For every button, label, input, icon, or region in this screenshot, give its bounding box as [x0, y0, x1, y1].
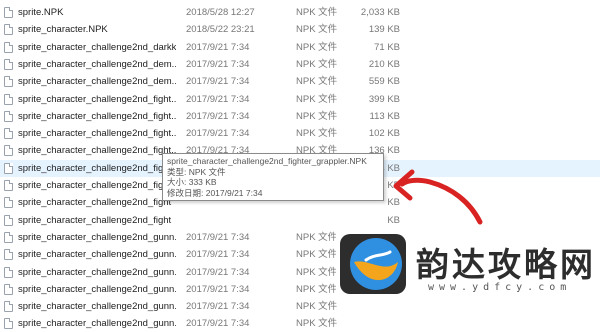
- file-name: sprite_character_challenge2nd_gunn...: [18, 266, 176, 278]
- file-date: 2017/9/21 7:34: [186, 93, 250, 105]
- file-icon: [4, 128, 13, 140]
- file-icon: [4, 283, 13, 295]
- file-name: sprite_character.NPK: [18, 24, 108, 36]
- file-date: 2018/5/22 23:21: [186, 24, 255, 36]
- file-name: sprite_character_challenge2nd_gunn...: [18, 231, 176, 243]
- file-size: 139 KB: [368, 24, 400, 36]
- watermark: 韵达攻略网 www.ydfcy.com: [336, 228, 600, 300]
- file-row[interactable]: sprite_character_challenge2nd_gunn... 201…: [0, 298, 600, 315]
- file-icon: [4, 24, 13, 36]
- file-row[interactable]: sprite_character_challenge2nd_darkk... 20…: [0, 39, 600, 56]
- file-name: sprite_character_challenge2nd_fight...: [18, 110, 176, 122]
- file-name: sprite_character_challenge2nd_fight: [18, 214, 172, 226]
- file-row[interactable]: sprite_character_challenge2nd_fight... 20…: [0, 108, 600, 125]
- file-icon: [4, 214, 13, 226]
- file-row[interactable]: sprite_character_challenge2nd_fight... 20…: [0, 125, 600, 142]
- file-row[interactable]: sprite_character_challenge2nd_dem... 2017…: [0, 56, 600, 73]
- file-row[interactable]: sprite_character_challenge2nd_gunn... 201…: [0, 315, 600, 332]
- file-date: 2017/9/21 7:34: [186, 266, 250, 278]
- file-row[interactable]: sprite_character_challenge2nd_fight... 20…: [0, 91, 600, 108]
- file-tooltip: sprite_character_challenge2nd_fighter_gr…: [162, 153, 384, 201]
- file-icon: [4, 41, 13, 53]
- file-name: sprite_character_challenge2nd_fight...: [18, 162, 176, 174]
- file-name: sprite_character_challenge2nd_fight: [18, 180, 172, 191]
- file-type: NPK 文件: [296, 318, 338, 330]
- file-date: 2017/9/21 7:34: [186, 283, 250, 295]
- file-row[interactable]: sprite.NPK 2018/5/28 12:27 NPK 文件 2,033 KB: [0, 4, 600, 21]
- watermark-title: 韵达攻略网: [416, 245, 596, 284]
- file-icon: [4, 249, 13, 261]
- file-name: sprite_character_challenge2nd_dem...: [18, 76, 176, 88]
- file-date: 2017/9/21 7:34: [186, 76, 250, 88]
- file-icon: [4, 145, 13, 157]
- file-size: 102 KB: [368, 128, 400, 140]
- file-name: sprite_character_challenge2nd_fight...: [18, 93, 176, 105]
- file-size: 113 KB: [369, 110, 400, 122]
- file-date: 2017/9/21 7:34: [186, 231, 250, 243]
- file-size: 71 KB: [374, 41, 400, 53]
- file-icon: [4, 231, 13, 243]
- file-name: sprite_character_challenge2nd_gunn...: [18, 249, 176, 261]
- file-icon: [4, 58, 13, 70]
- file-date: 2018/5/28 12:27: [186, 7, 255, 18]
- file-date: 2017/9/21 7:34: [186, 301, 250, 313]
- file-size: 210 KB: [368, 58, 400, 70]
- file-name: sprite_character_challenge2nd_fight: [18, 197, 172, 209]
- file-icon: [4, 162, 13, 174]
- file-row[interactable]: sprite_character_challenge2nd_fight KB: [0, 212, 600, 229]
- file-icon: [4, 76, 13, 88]
- file-icon: [4, 197, 13, 209]
- file-name: sprite_character_challenge2nd_gunn...: [18, 301, 176, 313]
- tooltip-filename: sprite_character_challenge2nd_fighter_gr…: [167, 156, 367, 166]
- file-icon: [4, 110, 13, 122]
- site-logo-icon: [340, 234, 406, 294]
- file-date: 2017/9/21 7:34: [186, 249, 250, 261]
- file-icon: [4, 7, 13, 18]
- file-icon: [4, 180, 13, 191]
- file-name: sprite_character_challenge2nd_fight...: [18, 128, 176, 140]
- file-name: sprite.NPK: [18, 7, 64, 18]
- file-type: NPK 文件: [296, 283, 338, 295]
- file-row[interactable]: sprite_character_challenge2nd_dem... 2017…: [0, 73, 600, 90]
- file-date: 2017/9/21 7:34: [186, 58, 250, 70]
- file-name: sprite_character_challenge2nd_dem...: [18, 58, 176, 70]
- tooltip-size: 大小: 333 KB: [167, 177, 217, 187]
- file-icon: [4, 318, 13, 330]
- file-row[interactable]: sprite_character.NPK 2018/5/22 23:21 NPK 文…: [0, 21, 600, 38]
- file-size: 559 KB: [368, 76, 400, 88]
- file-type: NPK 文件: [296, 301, 338, 313]
- file-name: sprite_character_challenge2nd_gunn...: [18, 318, 176, 330]
- file-icon: [4, 93, 13, 105]
- file-size: 399 KB: [368, 93, 400, 105]
- file-name: sprite_character_challenge2nd_fight...: [18, 145, 176, 157]
- file-date: 2017/9/21 7:34: [186, 110, 250, 122]
- file-type: NPK 文件: [296, 249, 338, 261]
- file-size: 2,033 KB: [360, 7, 400, 18]
- file-name: sprite_character_challenge2nd_gunn...: [18, 283, 176, 295]
- file-date: 2017/9/21 7:34: [186, 41, 250, 53]
- file-name: sprite_character_challenge2nd_darkk...: [18, 41, 176, 53]
- tooltip-type: 类型: NPK 文件: [167, 166, 226, 177]
- file-type: NPK 文件: [296, 266, 338, 278]
- file-icon: [4, 266, 13, 278]
- watermark-url: www.ydfcy.com: [428, 282, 572, 293]
- file-icon: [4, 301, 13, 313]
- file-date: 2017/9/21 7:34: [186, 318, 250, 330]
- tooltip-modified: 修改日期: 2017/9/21 7:34: [167, 187, 263, 198]
- file-date: 2017/9/21 7:34: [186, 128, 250, 140]
